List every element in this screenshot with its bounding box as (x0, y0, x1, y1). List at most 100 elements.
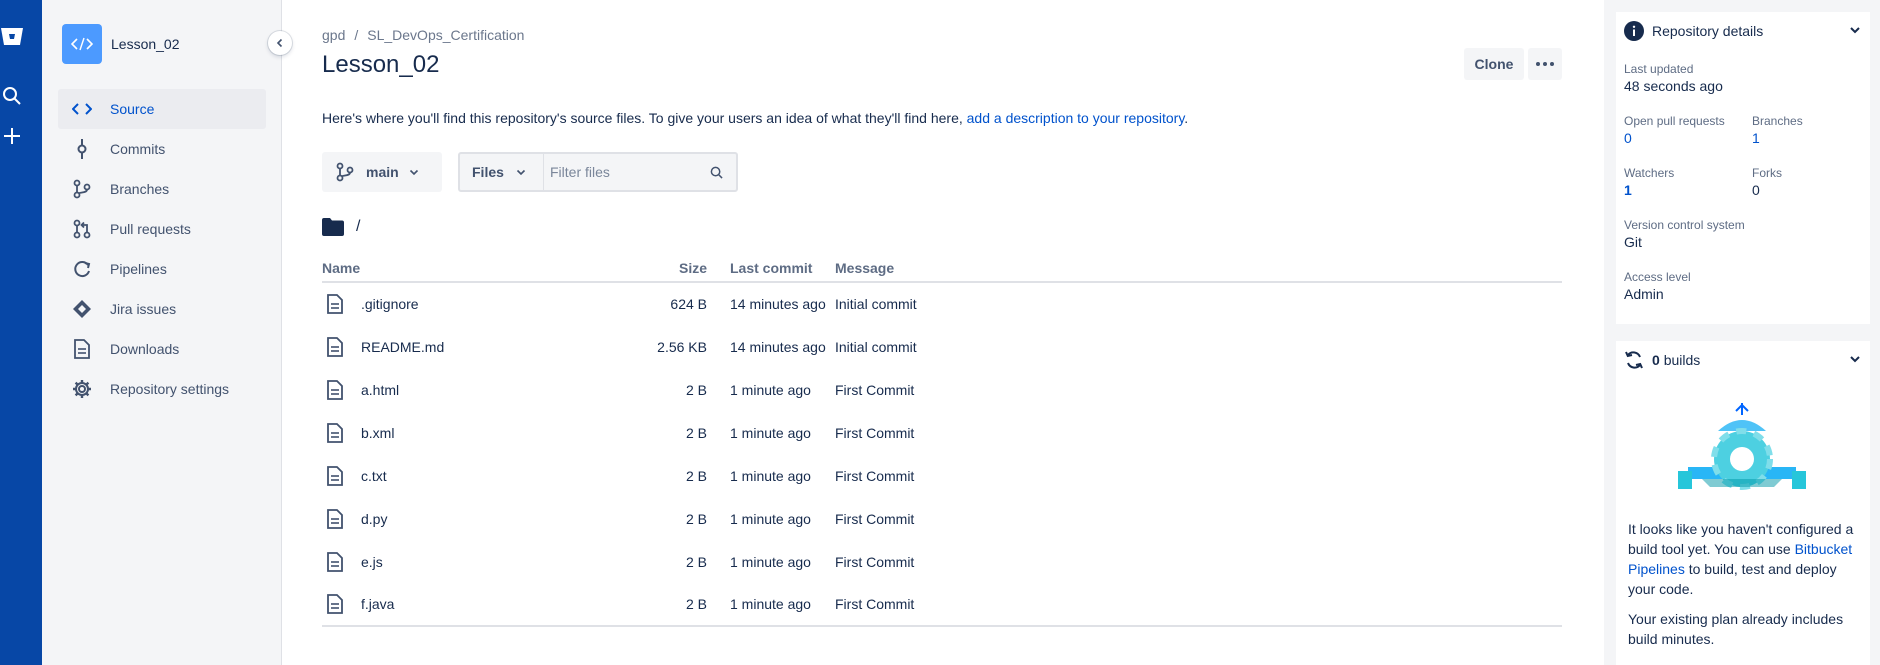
branch-selector[interactable]: main (322, 152, 442, 192)
more-icon (1536, 62, 1554, 66)
file-name-cell: b.xml (322, 411, 612, 454)
file-link[interactable]: e.js (361, 554, 383, 570)
file-commit-message[interactable]: Initial commit (835, 325, 1562, 368)
breadcrumb-workspace[interactable]: gpd (322, 27, 345, 43)
column-header-size[interactable]: Size (612, 255, 707, 283)
last-updated-value: 48 seconds ago (1624, 78, 1723, 94)
chevron-left-icon (276, 38, 283, 48)
file-size: 2 B (685, 424, 707, 441)
table-row[interactable]: b.xml 2 B 1 minute ago First Commit (322, 411, 1562, 454)
file-commit-message[interactable]: First Commit (835, 454, 1562, 497)
file-commit-message[interactable]: First Commit (835, 583, 1562, 627)
sidebar-repo-header[interactable]: Lesson_02 (62, 24, 180, 64)
sidebar-item-jira-issues[interactable]: Jira issues (58, 289, 266, 329)
vcs-value: Git (1624, 234, 1642, 250)
search-icon[interactable] (0, 84, 24, 108)
more-actions-button[interactable] (1528, 48, 1562, 80)
file-last-commit: 1 minute ago (730, 553, 811, 570)
breadcrumb-project[interactable]: SL_DevOps_Certification (367, 27, 524, 43)
open-prs-value[interactable]: 0 (1624, 130, 1725, 146)
jira-icon (70, 297, 94, 321)
repository-details-title: Repository details (1652, 23, 1764, 39)
file-name-cell: a.html (322, 368, 612, 411)
code-icon (71, 37, 93, 51)
sidebar-item-label: Source (110, 101, 155, 117)
filter-files-input[interactable] (544, 155, 704, 189)
table-row[interactable]: README.md 2.56 KB 14 minutes ago Initial co… (322, 325, 1562, 368)
file-size: 2 B (685, 510, 707, 527)
sidebar-item-downloads[interactable]: Downloads (58, 329, 266, 369)
sidebar-repo-name: Lesson_02 (111, 36, 180, 52)
sidebar-item-pipelines[interactable]: Pipelines (58, 249, 266, 289)
file-size: 624 B (670, 296, 707, 312)
watchers-value[interactable]: 1 (1624, 182, 1674, 198)
sidebar-item-label: Pipelines (110, 261, 167, 277)
sidebar-item-commits[interactable]: Commits (58, 129, 266, 169)
vcs-label: Version control system (1624, 218, 1745, 232)
file-commit-message[interactable]: First Commit (835, 368, 1562, 411)
file-last-commit: 1 minute ago (707, 583, 835, 627)
file-commit-message[interactable]: Initial commit (835, 282, 1562, 325)
chevron-down-icon (516, 169, 525, 176)
files-dropdown-label: Files (472, 164, 504, 180)
table-row[interactable]: e.js 2 B 1 minute ago First Commit (322, 540, 1562, 583)
file-icon (323, 335, 347, 359)
table-row[interactable]: f.java 2 B1 minute ago First Commit (322, 583, 1562, 627)
file-size: 2 B (685, 553, 707, 570)
clone-button[interactable]: Clone (1464, 48, 1524, 80)
sidebar-item-label: Branches (110, 181, 170, 197)
table-row[interactable]: a.html 2 B 1 minute ago First Commit (322, 368, 1562, 411)
file-name-cell: e.js (322, 540, 612, 583)
file-link[interactable]: README.md (361, 339, 444, 355)
file-name-cell: README.md (322, 325, 612, 368)
file-commit-message[interactable]: First Commit (835, 540, 1562, 583)
add-description-link[interactable]: add a description to your repository (967, 110, 1185, 126)
builds-count: 0 (1652, 352, 1660, 368)
files-type-dropdown[interactable]: Files (460, 154, 544, 190)
builds-toggle[interactable]: 0 builds (1616, 341, 1870, 379)
pipelines-illustration (1678, 401, 1806, 506)
gear-icon (70, 377, 94, 401)
sidebar-item-label: Pull requests (110, 221, 191, 237)
sidebar-item-pull-requests[interactable]: Pull requests (58, 209, 266, 249)
file-last-commit: 1 minute ago (730, 510, 811, 527)
file-link[interactable]: d.py (361, 511, 387, 527)
table-row[interactable]: d.py 2 B 1 minute ago First Commit (322, 497, 1562, 540)
file-link[interactable]: a.html (361, 382, 399, 398)
branch-icon (336, 162, 354, 182)
sidebar-item-source[interactable]: Source (58, 89, 266, 129)
sidebar-item-branches[interactable]: Branches (58, 169, 266, 209)
file-link[interactable]: .gitignore (361, 296, 419, 312)
file-icon (323, 378, 347, 402)
chevron-down-icon (1850, 356, 1860, 363)
file-link[interactable]: c.txt (361, 468, 387, 484)
global-navigation (0, 0, 42, 665)
builds-empty-message: It looks like you haven't configured a b… (1628, 519, 1864, 599)
file-link[interactable]: b.xml (361, 425, 394, 441)
table-row[interactable]: .gitignore 624 B 14 minutes ago Initial com… (322, 282, 1562, 325)
column-header-name[interactable]: Name (322, 255, 612, 283)
breadcrumb-separator: / (354, 27, 359, 43)
create-plus-icon[interactable] (0, 124, 24, 148)
file-commit-message[interactable]: First Commit (835, 411, 1562, 454)
sidebar-item-repository-settings[interactable]: Repository settings (58, 369, 266, 409)
file-icon (323, 592, 347, 616)
file-filter: Files (458, 152, 738, 192)
bitbucket-logo-icon[interactable] (0, 24, 24, 48)
repository-details-toggle[interactable]: Repository details (1616, 12, 1870, 50)
forks-value: 0 (1752, 182, 1760, 198)
file-link[interactable]: f.java (361, 596, 394, 612)
version-control-system: Version control system Git (1624, 218, 1745, 250)
file-last-commit: 1 minute ago (730, 381, 811, 398)
downloads-icon (70, 337, 94, 361)
collapse-sidebar-button[interactable] (268, 31, 292, 55)
table-row[interactable]: c.txt 2 B 1 minute ago First Commit (322, 454, 1562, 497)
column-header-message[interactable]: Message (835, 255, 1562, 283)
builds-label: builds (1663, 352, 1701, 368)
file-name-cell: d.py (322, 497, 612, 540)
sidebar-item-label: Commits (110, 141, 166, 157)
column-header-last-commit[interactable]: Last commit (707, 255, 835, 283)
branches-value[interactable]: 1 (1752, 130, 1803, 146)
file-commit-message[interactable]: First Commit (835, 497, 1562, 540)
forks-label: Forks (1752, 166, 1782, 180)
